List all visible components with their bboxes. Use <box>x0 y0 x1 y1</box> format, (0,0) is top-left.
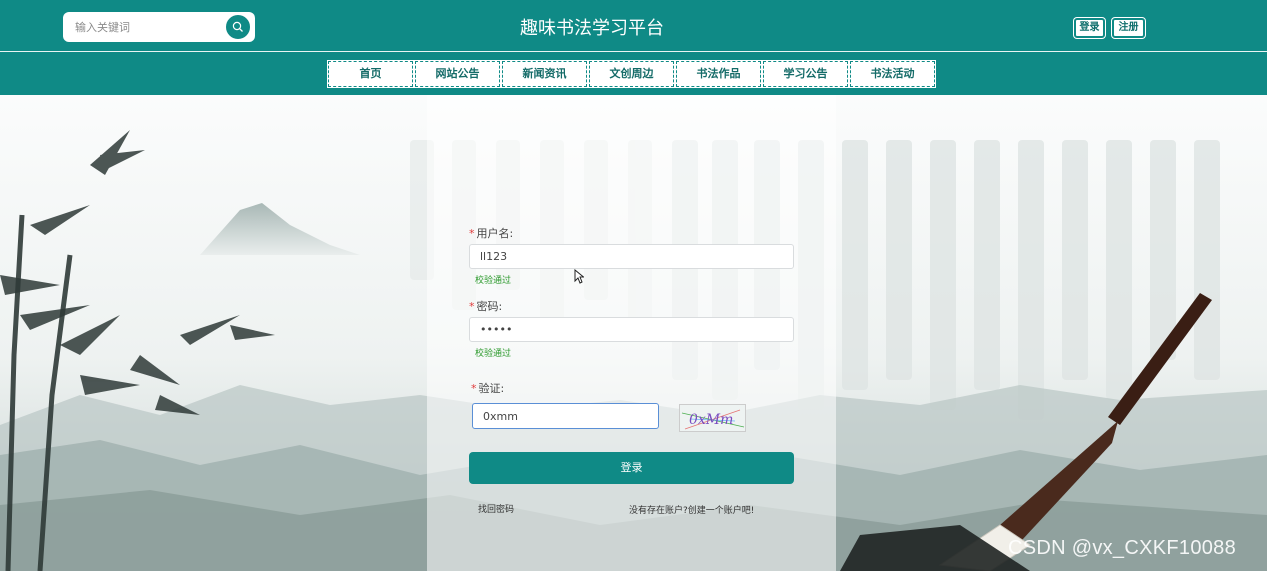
nav-item-home[interactable]: 首页 <box>327 60 414 88</box>
site-title: 趣味书法学习平台 <box>520 18 664 39</box>
captcha-graphic: 0xMm <box>681 409 745 430</box>
search-icon <box>232 21 243 32</box>
nav-item-news[interactable]: 新闻资讯 <box>501 60 588 88</box>
create-account-link[interactable]: 没有存在账户?创建一个账户吧! <box>629 503 754 516</box>
nav-item-announcements[interactable]: 网站公告 <box>414 60 501 88</box>
forgot-password-link[interactable]: 找回密码 <box>478 502 514 515</box>
svg-text:0xMm: 0xMm <box>689 412 733 428</box>
mouse-cursor-icon <box>574 269 584 284</box>
nav-item-study-notices[interactable]: 学习公告 <box>762 60 849 88</box>
password-label: * 密码: <box>469 300 503 313</box>
watermark-text: CSDN @vx_CXKF10088 <box>1008 537 1237 559</box>
nav-item-works[interactable]: 书法作品 <box>675 60 762 88</box>
nav-item-merchandise[interactable]: 文创周边 <box>588 60 675 88</box>
search-button[interactable] <box>225 14 251 40</box>
nav-item-activities[interactable]: 书法活动 <box>849 60 936 88</box>
password-field[interactable] <box>469 317 794 342</box>
captcha-image[interactable]: 0xMm <box>679 404 746 432</box>
username-field[interactable] <box>469 244 794 269</box>
captcha-field[interactable] <box>472 403 659 429</box>
captcha-label: * 验证: <box>471 382 505 395</box>
login-link-button[interactable]: 登录 <box>1074 18 1105 38</box>
register-link-button[interactable]: 注册 <box>1112 18 1145 38</box>
username-validation-message: 校验通过 <box>475 276 512 286</box>
password-validation-message: 校验通过 <box>475 349 512 359</box>
login-submit-button[interactable]: 登录 <box>469 452 794 484</box>
search-input[interactable] <box>75 19 225 35</box>
username-label: * 用户名: <box>469 227 514 240</box>
